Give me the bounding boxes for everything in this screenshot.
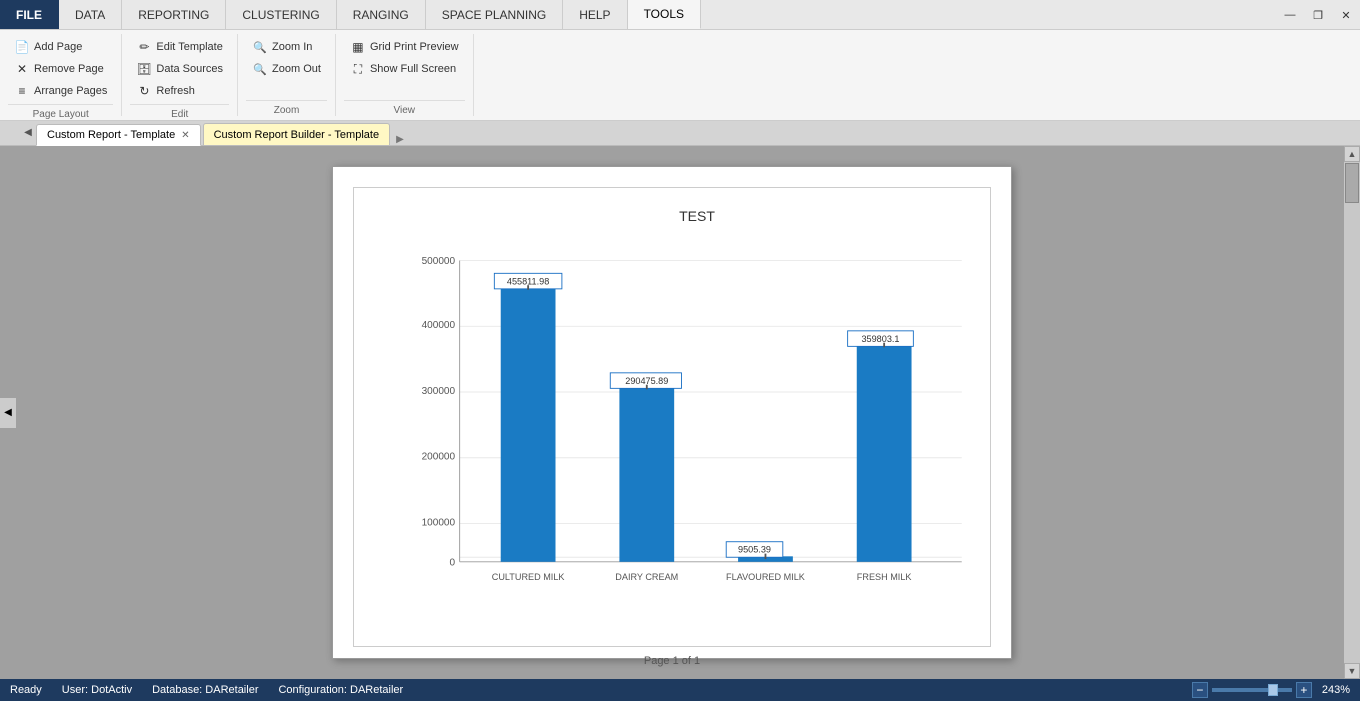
- svg-text:200000: 200000: [422, 452, 456, 463]
- svg-text:290475.89: 290475.89: [625, 376, 668, 386]
- doc-tab-close[interactable]: ✕: [181, 130, 189, 141]
- doc-tab-label: Custom Report - Template: [47, 129, 175, 141]
- page-container: TEST 0 100000 200000: [332, 166, 1012, 659]
- edit-label: Edit: [130, 104, 229, 120]
- show-full-screen-button[interactable]: ⛶ Show Full Screen: [344, 58, 465, 80]
- doc-tab-scroll-right[interactable]: ▶: [396, 134, 404, 145]
- svg-text:300000: 300000: [422, 386, 456, 397]
- bar-dairy-cream: [619, 387, 674, 562]
- svg-text:100000: 100000: [422, 517, 456, 528]
- x-label-flavoured-milk: FLAVOURED MILK: [726, 572, 805, 582]
- scroll-left-button[interactable]: ◀: [0, 398, 16, 428]
- scroll-up-button[interactable]: ▲: [1344, 146, 1360, 162]
- tab-tools[interactable]: TOOLS: [628, 0, 701, 29]
- scroll-down-button[interactable]: ▼: [1344, 663, 1360, 679]
- x-label-dairy-cream: DAIRY CREAM: [615, 572, 678, 582]
- svg-text:9505.39: 9505.39: [738, 545, 771, 555]
- remove-page-icon: ✕: [14, 61, 30, 77]
- show-full-screen-icon: ⛶: [350, 61, 366, 77]
- status-right: − + 243%: [1192, 682, 1350, 698]
- tab-space-planning[interactable]: SPACE PLANNING: [426, 0, 563, 29]
- tab-ranging[interactable]: RANGING: [337, 0, 426, 29]
- tab-scroll-left[interactable]: ◀: [20, 120, 36, 145]
- bar-fresh-milk: [857, 345, 912, 562]
- zoom-slider-thumb[interactable]: [1268, 684, 1278, 696]
- zoom-label: Zoom: [246, 100, 327, 116]
- doc-tab-custom-report-template[interactable]: Custom Report - Template ✕: [36, 124, 201, 146]
- content-area: TEST 0 100000 200000: [0, 146, 1344, 679]
- status-ready: Ready: [10, 684, 42, 696]
- view-label: View: [344, 100, 465, 116]
- svg-text:400000: 400000: [422, 320, 456, 331]
- status-user: User: DotActiv: [62, 684, 132, 696]
- x-label-cultured-milk: CULTURED MILK: [492, 572, 565, 582]
- arrange-pages-icon: ≡: [14, 83, 30, 99]
- add-page-button[interactable]: 📄 Add Page: [8, 36, 113, 58]
- bar-cultured-milk: [501, 287, 556, 562]
- tab-file[interactable]: FILE: [0, 0, 59, 29]
- zoom-in-icon: 🔍: [252, 39, 268, 55]
- scroll-thumb[interactable]: [1345, 163, 1359, 203]
- grid-print-preview-button[interactable]: ▦ Grid Print Preview: [344, 36, 465, 58]
- zoom-out-icon: 🔍: [252, 61, 268, 77]
- page-layout-label: Page Layout: [8, 104, 113, 120]
- status-bar: Ready User: DotActiv Database: DARetaile…: [0, 679, 1360, 701]
- remove-page-button[interactable]: ✕ Remove Page: [8, 58, 113, 80]
- ribbon-group-edit: ✏ Edit Template 🗄 Data Sources ↻ Refresh…: [122, 34, 238, 116]
- svg-text:500000: 500000: [422, 256, 456, 267]
- ribbon-group-page-layout: 📄 Add Page ✕ Remove Page ≡ Arrange Pages…: [0, 34, 122, 116]
- main-content-area: ◀ TEST 0: [0, 146, 1360, 679]
- zoom-level: 243%: [1322, 684, 1350, 696]
- zoom-out-button[interactable]: 🔍 Zoom Out: [246, 58, 327, 80]
- minimize-button[interactable]: —: [1276, 4, 1304, 26]
- grid-print-preview-icon: ▦: [350, 39, 366, 55]
- zoom-decrease-button[interactable]: −: [1192, 682, 1208, 698]
- status-database: Database: DARetailer: [152, 684, 258, 696]
- vertical-scrollbar[interactable]: ▲ ▼: [1344, 146, 1360, 679]
- svg-text:0: 0: [449, 557, 455, 568]
- zoom-increase-button[interactable]: +: [1296, 682, 1312, 698]
- doc-tab-label-2: Custom Report Builder - Template: [214, 129, 379, 141]
- tab-reporting[interactable]: REPORTING: [122, 0, 226, 29]
- status-configuration: Configuration: DARetailer: [278, 684, 403, 696]
- edit-template-button[interactable]: ✏ Edit Template: [130, 36, 229, 58]
- close-button[interactable]: ✕: [1332, 4, 1360, 26]
- zoom-control: − + 243%: [1192, 682, 1350, 698]
- refresh-button[interactable]: ↻ Refresh: [130, 80, 229, 102]
- chart-title: TEST: [414, 208, 980, 224]
- refresh-icon: ↻: [136, 83, 152, 99]
- ribbon-group-zoom: 🔍 Zoom In 🔍 Zoom Out Zoom: [238, 34, 336, 116]
- zoom-slider[interactable]: [1212, 688, 1292, 692]
- data-sources-button[interactable]: 🗄 Data Sources: [130, 58, 229, 80]
- edit-template-icon: ✏: [136, 39, 152, 55]
- svg-text:455811.98: 455811.98: [507, 276, 549, 286]
- document-tabs-bar: ◀ Custom Report - Template ✕ Custom Repo…: [0, 121, 1360, 146]
- chart-container: TEST 0 100000 200000: [353, 187, 991, 647]
- ribbon-group-view: ▦ Grid Print Preview ⛶ Show Full Screen …: [336, 34, 474, 116]
- chart-svg: 0 100000 200000 300000 400000 500000 455…: [414, 234, 980, 634]
- zoom-in-button[interactable]: 🔍 Zoom In: [246, 36, 327, 58]
- data-sources-icon: 🗄: [136, 61, 152, 77]
- tab-help[interactable]: HELP: [563, 0, 627, 29]
- add-page-icon: 📄: [14, 39, 30, 55]
- tab-clustering[interactable]: CLUSTERING: [226, 0, 336, 29]
- tab-data[interactable]: DATA: [59, 0, 122, 29]
- restore-button[interactable]: ❐: [1304, 4, 1332, 26]
- doc-tab-custom-report-builder[interactable]: Custom Report Builder - Template: [203, 123, 390, 145]
- svg-text:359803.1: 359803.1: [861, 334, 899, 344]
- page-footer: Page 1 of 1: [353, 647, 991, 667]
- x-label-fresh-milk: FRESH MILK: [857, 572, 912, 582]
- arrange-pages-button[interactable]: ≡ Arrange Pages: [8, 80, 113, 102]
